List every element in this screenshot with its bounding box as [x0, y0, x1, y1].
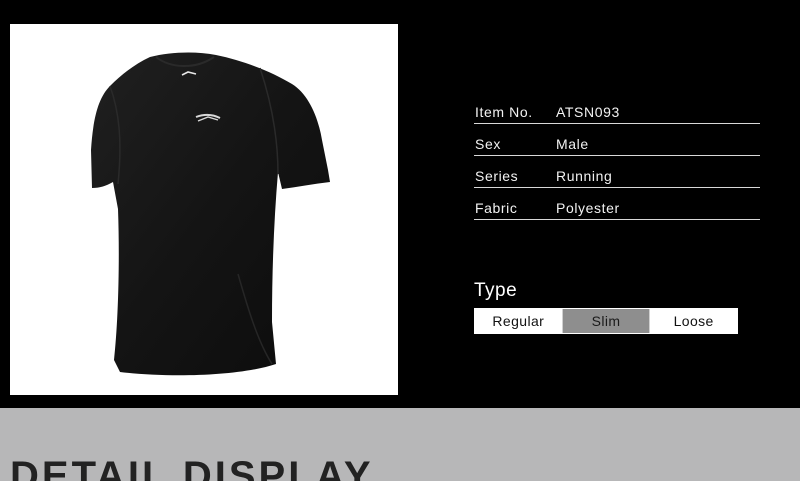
section-title: DETAIL DISPLAY — [10, 454, 374, 481]
spec-label: Sex — [475, 136, 501, 152]
type-selector: Regular Slim Loose — [474, 308, 738, 334]
detail-display-band: DETAIL DISPLAY — [0, 408, 800, 481]
spec-row-fabric: Fabric Polyester — [474, 189, 760, 220]
spec-label: Fabric — [475, 200, 518, 216]
spec-value: ATSN093 — [556, 104, 620, 120]
tshirt-shape — [91, 52, 330, 376]
product-photo-panel — [10, 24, 398, 395]
type-option-loose[interactable]: Loose — [650, 309, 738, 333]
spec-panel: Item No. ATSN093 Sex Male Series Running… — [398, 24, 788, 395]
spec-row-item-no: Item No. ATSN093 — [474, 93, 760, 124]
type-heading: Type — [474, 280, 518, 301]
product-image — [91, 52, 330, 376]
spec-row-series: Series Running — [474, 157, 760, 188]
spec-label: Item No. — [475, 104, 533, 120]
spec-value: Running — [556, 168, 613, 184]
spec-row-sex: Sex Male — [474, 125, 760, 156]
spec-label: Series — [475, 168, 519, 184]
type-option-slim[interactable]: Slim — [562, 309, 651, 333]
type-option-regular[interactable]: Regular — [475, 309, 563, 333]
product-info-band: Item No. ATSN093 Sex Male Series Running… — [0, 0, 800, 408]
spec-value: Male — [556, 136, 589, 152]
spec-value: Polyester — [556, 200, 620, 216]
